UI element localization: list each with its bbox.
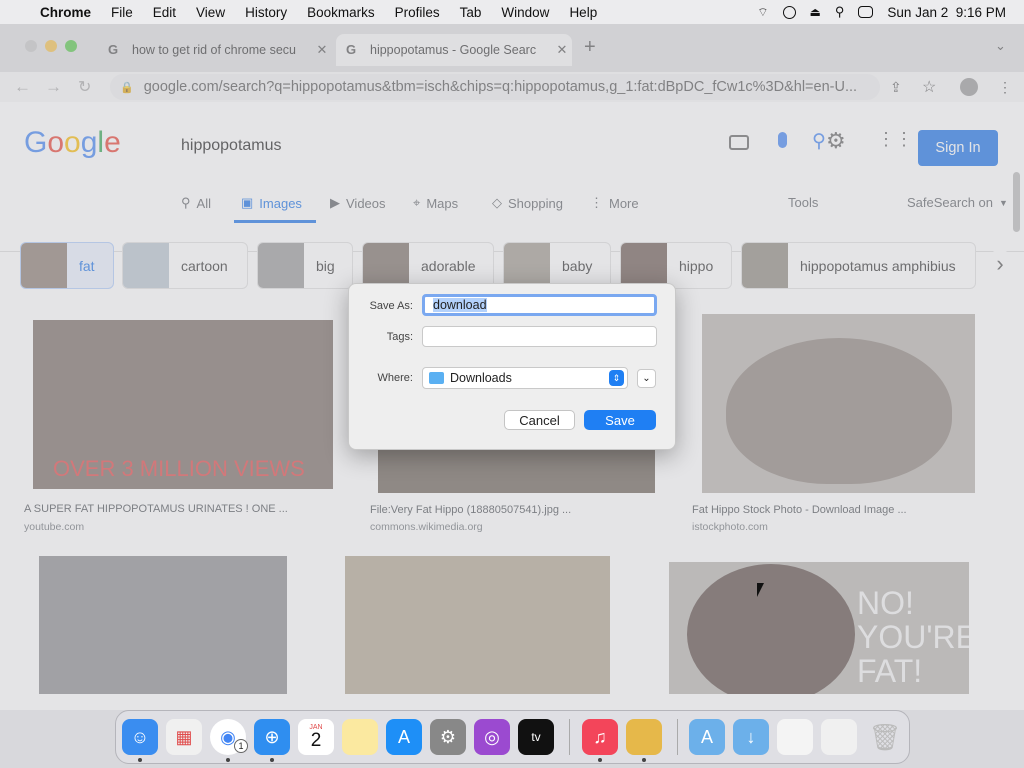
menu-window[interactable]: Window (501, 5, 549, 20)
dock-separator (569, 719, 570, 755)
user-icon[interactable] (782, 5, 796, 19)
menu-bar: Chrome File Edit View History Bookmarks … (0, 0, 1024, 24)
menu-view[interactable]: View (196, 5, 225, 20)
save-button[interactable]: Save (584, 410, 656, 430)
applications-folder-icon[interactable]: A (689, 719, 725, 755)
search-icon[interactable]: ⚲ (835, 4, 845, 20)
where-select[interactable]: Downloads ⇕ (422, 367, 628, 389)
notes-icon[interactable] (342, 719, 378, 755)
save-as-label: Save As: (369, 300, 413, 312)
expand-dialog-button[interactable]: ⌄ (637, 369, 656, 388)
folder-icon (429, 372, 444, 384)
app-store-icon[interactable]: A (386, 719, 422, 755)
mouse-cursor-icon (757, 583, 764, 597)
running-indicator (598, 758, 602, 762)
select-stepper-icon: ⇕ (609, 370, 624, 386)
system-preferences-icon[interactable]: ⚙ (430, 719, 466, 755)
running-indicator (642, 758, 646, 762)
finder-icon[interactable]: ☺ (122, 719, 158, 755)
chrome-badge: 1 (234, 739, 248, 753)
control-center-icon[interactable] (858, 6, 874, 18)
menu-file[interactable]: File (111, 5, 133, 20)
running-indicator (138, 758, 142, 762)
where-value: Downloads (450, 371, 512, 385)
launchpad-icon[interactable]: ▦ (166, 719, 202, 755)
menu-tab[interactable]: Tab (460, 5, 482, 20)
trash-icon[interactable]: 🗑 (867, 719, 903, 755)
podcasts-icon[interactable]: ◎ (474, 719, 510, 755)
menu-history[interactable]: History (245, 5, 287, 20)
menu-edit[interactable]: Edit (153, 5, 176, 20)
calendar-icon[interactable]: JAN 2 (298, 719, 334, 755)
where-label: Where: (377, 372, 413, 384)
music-icon[interactable]: ♫ (582, 719, 618, 755)
dock-separator (677, 719, 678, 755)
menu-bookmarks[interactable]: Bookmarks (307, 5, 375, 20)
safari-icon[interactable]: ⊕ (254, 719, 290, 755)
running-indicator (270, 758, 274, 762)
calendar-day: 2 (310, 730, 322, 751)
menu-clock[interactable]: Sun Jan 2 9:16 PM (887, 5, 1006, 20)
screenshot-stack-icon[interactable] (821, 719, 857, 755)
running-indicator (226, 758, 230, 762)
tags-input[interactable] (422, 326, 657, 347)
menu-app-name[interactable]: Chrome (40, 5, 91, 20)
photo-app-icon[interactable] (626, 719, 662, 755)
document-stack-icon[interactable] (777, 719, 813, 755)
apple-tv-icon[interactable]: tv (518, 719, 554, 755)
downloads-folder-icon[interactable]: ↓ (733, 719, 769, 755)
save-as-input[interactable]: download (422, 294, 657, 316)
menu-help[interactable]: Help (569, 5, 597, 20)
save-dialog: Save As: download Tags: Where: Downloads… (348, 283, 676, 450)
cancel-button[interactable]: Cancel (504, 410, 575, 430)
menu-profiles[interactable]: Profiles (395, 5, 440, 20)
wifi-icon[interactable]: ⌔ (757, 5, 768, 20)
tags-label: Tags: (386, 331, 413, 343)
dock: ☺ ▦ ◉ 1 ⊕ JAN 2 A ⚙ ◎ tv ♫ A ↓ 🗑 (115, 710, 910, 764)
eject-icon[interactable]: ⏏ (810, 5, 821, 19)
save-as-value: download (433, 298, 487, 312)
